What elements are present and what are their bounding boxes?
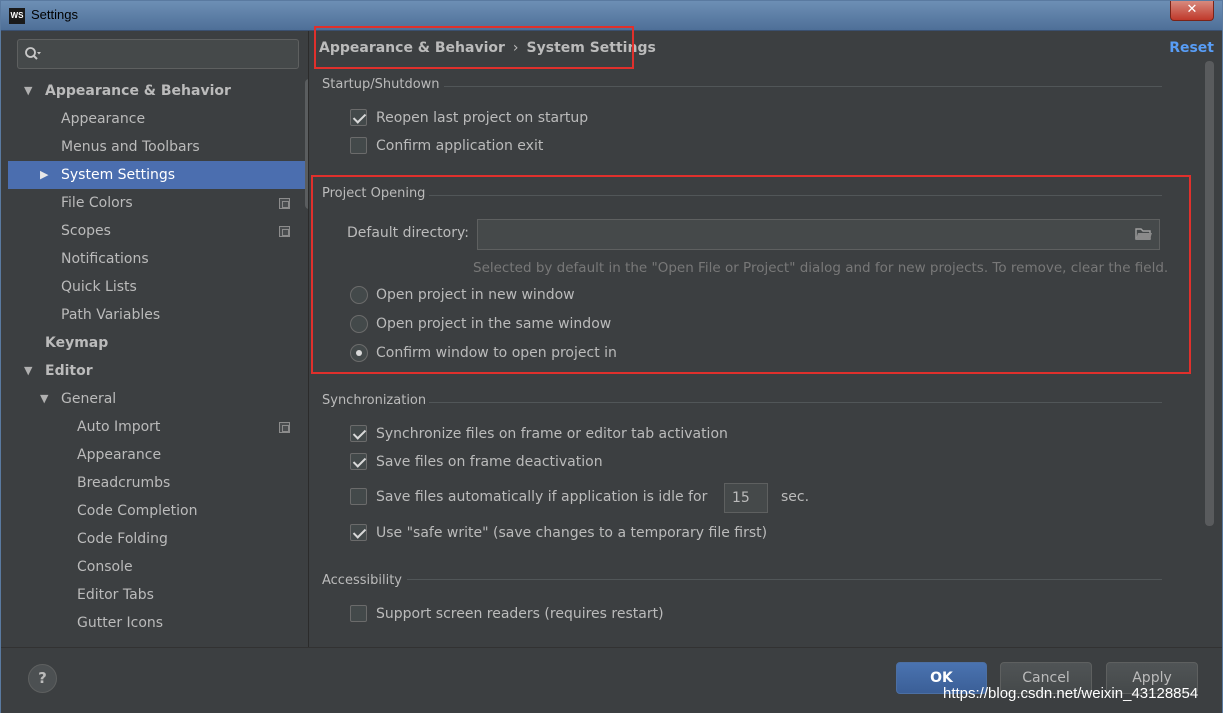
settings-search-input[interactable] — [17, 39, 299, 69]
sidebar-item-file-colors[interactable]: File Colors — [8, 189, 308, 217]
sidebar-item-appearance[interactable]: Appearance — [8, 105, 308, 133]
sidebar-item-auto-import[interactable]: Auto Import — [8, 413, 308, 441]
reset-link[interactable]: Reset — [1169, 40, 1214, 56]
sidebar-item-code-folding[interactable]: Code Folding — [8, 525, 308, 553]
sidebar-item-notifications[interactable]: Notifications — [8, 245, 308, 273]
group-title-project-opening: Project Opening — [322, 186, 426, 201]
project-level-icon — [279, 226, 290, 237]
default-directory-label: Default directory: — [347, 225, 469, 241]
sidebar-item-quick-lists[interactable]: Quick Lists — [8, 273, 308, 301]
sidebar-item-label: Appearance — [61, 111, 146, 127]
sidebar-item-label: Appearance & Behavior — [45, 83, 231, 99]
dialog-button-bar: ? OK Cancel Apply — [1, 647, 1222, 713]
project-level-icon — [279, 422, 290, 433]
group-title-synchronization: Synchronization — [322, 393, 427, 408]
open-new-window-radio[interactable] — [350, 286, 368, 304]
settings-tree: ▼ Appearance & Behavior Appearance Menus an… — [8, 77, 308, 637]
sidebar-item-scopes[interactable]: Scopes — [8, 217, 308, 245]
sidebar-item-system-settings[interactable]: ▶ System Settings — [8, 161, 308, 189]
settings-window: WS Settings ✕ ▼ Appearance & Behavior Appe… — [0, 0, 1223, 713]
window-title: Settings — [31, 7, 78, 22]
sidebar-item-editor[interactable]: ▼ Editor — [8, 357, 308, 385]
screen-readers-label: Support screen readers (requires restart… — [376, 606, 664, 622]
confirm-window-radio[interactable] — [350, 344, 368, 362]
group-title-startup: Startup/Shutdown — [322, 77, 440, 92]
default-directory-hint: Selected by default in the "Open File or… — [473, 260, 1169, 276]
sidebar-item-label: Editor Tabs — [77, 587, 154, 603]
idle-seconds-input[interactable]: 15 — [724, 483, 768, 513]
sidebar-item-label: Code Completion — [77, 503, 198, 519]
content-scrollbar[interactable] — [1205, 61, 1214, 526]
sidebar-item-label: File Colors — [61, 195, 133, 211]
safe-write-checkbox[interactable] — [350, 524, 367, 541]
sidebar-item-label: Path Variables — [61, 307, 161, 323]
group-title-accessibility: Accessibility — [322, 573, 402, 588]
sync-files-label: Synchronize files on frame or editor tab… — [376, 426, 728, 442]
sidebar-item-appearance-behavior[interactable]: ▼ Appearance & Behavior — [8, 77, 308, 105]
group-separator — [429, 402, 1162, 403]
folder-icon[interactable] — [1135, 227, 1153, 241]
sidebar-item-label: General — [61, 391, 117, 407]
webstorm-app-icon: WS — [9, 8, 25, 24]
expand-arrow-down-icon[interactable]: ▼ — [40, 385, 48, 413]
screen-readers-checkbox[interactable] — [350, 605, 367, 622]
sidebar-item-label: Notifications — [61, 251, 149, 267]
sidebar-item-path-variables[interactable]: Path Variables — [8, 301, 308, 329]
sidebar-item-label: Code Folding — [77, 531, 168, 547]
sync-files-checkbox[interactable] — [350, 425, 367, 442]
save-when-idle-checkbox[interactable] — [350, 488, 367, 505]
open-same-window-label: Open project in the same window — [376, 316, 612, 332]
group-separator — [444, 86, 1162, 87]
sidebar-item-code-completion[interactable]: Code Completion — [8, 497, 308, 525]
group-separator — [407, 579, 1162, 580]
sidebar-item-general[interactable]: ▼ General — [8, 385, 308, 413]
reopen-last-project-label: Reopen last project on startup — [376, 110, 589, 126]
sidebar-item-editor-tabs[interactable]: Editor Tabs — [8, 581, 308, 609]
safe-write-label: Use "safe write" (save changes to a temp… — [376, 525, 768, 541]
group-separator — [429, 195, 1162, 196]
sidebar-item-label: Scopes — [61, 223, 111, 239]
default-directory-input[interactable] — [477, 219, 1160, 250]
save-when-idle-label: Save files automatically if application … — [376, 489, 708, 505]
close-window-button[interactable]: ✕ — [1170, 1, 1214, 21]
sidebar-item-label: Gutter Icons — [77, 615, 164, 631]
sidebar-item-label: Appearance — [77, 447, 162, 463]
sidebar-item-label: Breadcrumbs — [77, 475, 171, 491]
expand-arrow-right-icon[interactable]: ▶ — [40, 161, 48, 189]
sidebar-item-console[interactable]: Console — [8, 553, 308, 581]
save-on-deactivation-label: Save files on frame deactivation — [376, 454, 603, 470]
sidebar-item-label: Keymap — [45, 335, 109, 351]
sidebar-item-label: Console — [77, 559, 133, 575]
sidebar-item-label: Quick Lists — [61, 279, 137, 295]
open-new-window-label: Open project in new window — [376, 287, 575, 303]
sidebar-item-appearance[interactable]: Appearance — [8, 441, 308, 469]
watermark-text: https://blog.csdn.net/weixin_43128854 — [943, 685, 1199, 702]
save-on-deactivation-checkbox[interactable] — [350, 453, 367, 470]
breadcrumb-highlight-box — [314, 26, 634, 69]
sidebar-item-label: Editor — [45, 363, 93, 379]
sidebar-item-label: System Settings — [61, 167, 176, 183]
sidebar-item-label: Auto Import — [77, 419, 161, 435]
sidebar-item-gutter-icons[interactable]: Gutter Icons — [8, 609, 308, 637]
confirm-exit-checkbox[interactable] — [350, 137, 367, 154]
expand-arrow-down-icon[interactable]: ▼ — [24, 357, 32, 385]
project-level-icon — [279, 198, 290, 209]
sidebar-item-menus-and-toolbars[interactable]: Menus and Toolbars — [8, 133, 308, 161]
seconds-unit-label: sec. — [781, 489, 810, 505]
confirm-window-label: Confirm window to open project in — [376, 345, 617, 361]
confirm-exit-label: Confirm application exit — [376, 138, 544, 154]
sidebar-item-label: Menus and Toolbars — [61, 139, 200, 155]
open-same-window-radio[interactable] — [350, 315, 368, 333]
reopen-last-project-checkbox[interactable] — [350, 109, 367, 126]
sidebar-item-breadcrumbs[interactable]: Breadcrumbs — [8, 469, 308, 497]
sidebar-item-keymap[interactable]: Keymap — [8, 329, 308, 357]
expand-arrow-down-icon[interactable]: ▼ — [24, 77, 32, 105]
settings-content: Appearance & Behavior › System Settings Re… — [309, 26, 1222, 647]
help-button[interactable]: ? — [28, 664, 57, 693]
search-icon — [25, 47, 41, 60]
settings-sidebar: ▼ Appearance & Behavior Appearance Menus an… — [8, 31, 308, 647]
